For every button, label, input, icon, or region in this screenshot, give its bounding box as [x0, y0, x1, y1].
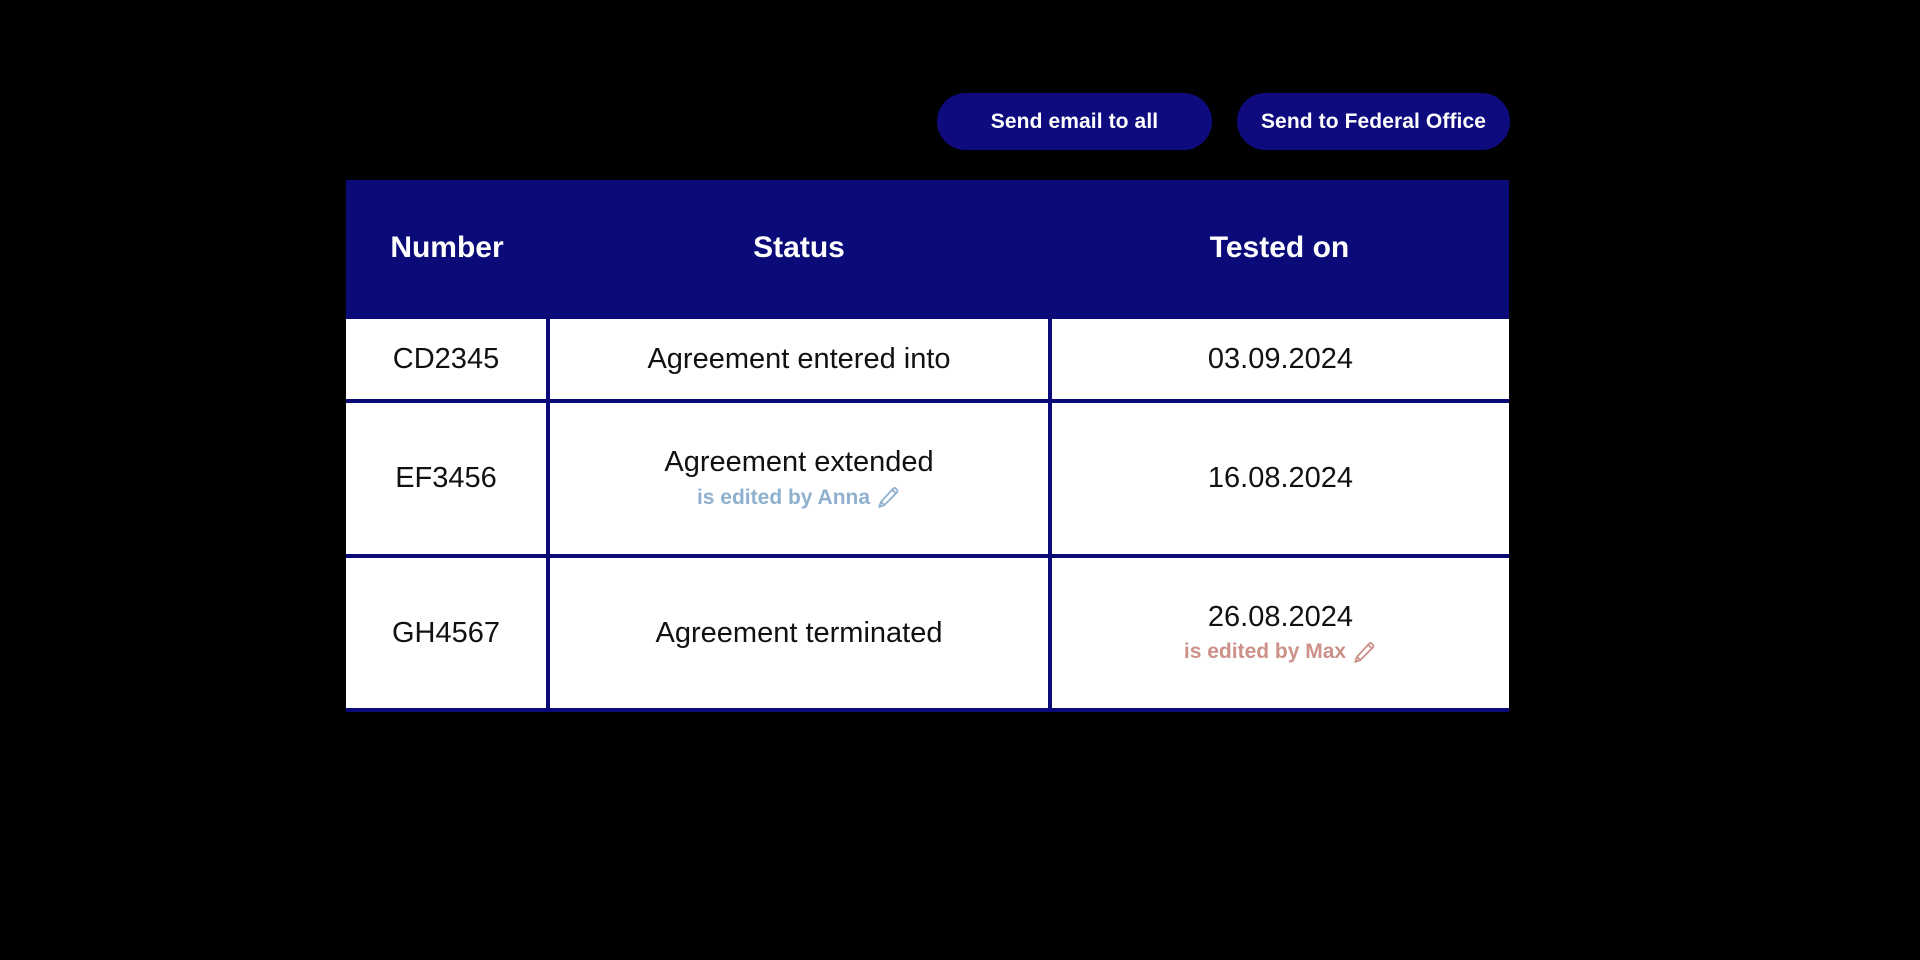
cell-status: Agreement entered into — [548, 314, 1052, 402]
agreement-status: Agreement terminated — [655, 616, 943, 649]
cell-status: Agreement terminated — [548, 553, 1052, 713]
agreement-number: EF3456 — [395, 462, 497, 495]
column-header-number[interactable]: Number — [346, 180, 548, 317]
table-header-row: Number Status Tested on — [346, 180, 1509, 317]
agreement-number: CD2345 — [392, 342, 500, 375]
agreement-status: Agreement extended — [664, 446, 934, 479]
table-header: Number Status Tested on — [346, 180, 1509, 317]
cell-tested-on: 03.09.2024 — [1050, 314, 1509, 402]
cell-number: EF3456 — [346, 399, 550, 556]
app-screen: Send email to all Send to Federal Office… — [0, 0, 1920, 960]
cell-number: CD2345 — [346, 314, 550, 402]
agreements-table: Number Status Tested on CD2345 Agreement… — [346, 180, 1509, 713]
pencil-icon — [878, 487, 899, 509]
column-header-status[interactable]: Status — [548, 180, 1050, 317]
agreement-number: GH4567 — [391, 616, 500, 649]
edit-lock-indicator: is edited by Anna — [697, 484, 901, 511]
table-body: CD2345 Agreement entered into 03.09.2024 — [346, 314, 1509, 713]
edit-lock-label: is edited by Max — [1183, 639, 1347, 663]
agreement-status: Agreement entered into — [647, 342, 951, 375]
cell-tested-on: 16.08.2024 — [1050, 399, 1509, 556]
tested-on-date: 03.09.2024 — [1207, 342, 1354, 375]
pencil-icon — [1354, 641, 1375, 663]
edit-lock-indicator: is edited by Max — [1184, 639, 1377, 666]
cell-status: Agreement extended is edited by Anna — [548, 399, 1052, 556]
column-header-tested-on[interactable]: Tested on — [1050, 180, 1509, 317]
table-row[interactable]: EF3456 Agreement extended is edited by A… — [346, 399, 1509, 556]
table-row[interactable]: CD2345 Agreement entered into 03.09.2024 — [346, 314, 1509, 402]
cell-number: GH4567 — [346, 553, 550, 713]
tested-on-date: 16.08.2024 — [1207, 462, 1354, 495]
send-email-to-all-button[interactable]: Send email to all — [937, 93, 1212, 150]
agreements-table-container: Number Status Tested on CD2345 Agreement… — [346, 180, 1509, 713]
send-to-federal-office-button[interactable]: Send to Federal Office — [1237, 93, 1510, 150]
tested-on-date: 26.08.2024 — [1207, 600, 1354, 633]
table-row[interactable]: GH4567 Agreement terminated 26.08.2024 i… — [346, 553, 1509, 713]
action-button-bar: Send email to all Send to Federal Office — [937, 93, 1510, 150]
edit-lock-label: is edited by Anna — [696, 485, 871, 509]
cell-tested-on: 26.08.2024 is edited by Max — [1050, 553, 1509, 713]
